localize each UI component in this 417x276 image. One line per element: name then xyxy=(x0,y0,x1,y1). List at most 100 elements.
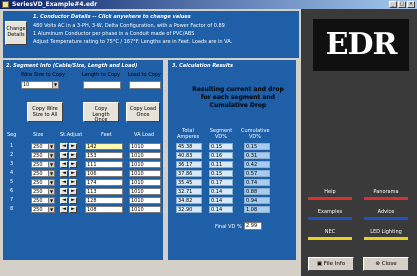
row-seg-number: 7 xyxy=(10,197,14,203)
row-cumulative-vd: 0.88 xyxy=(244,188,270,195)
row-amps: 40.83 xyxy=(176,152,202,159)
row-size-select[interactable]: 250 ▼ xyxy=(31,197,55,204)
size-decrease-button[interactable]: ◄ xyxy=(60,152,68,159)
size-increase-button[interactable]: ► xyxy=(69,197,77,204)
size-decrease-button[interactable]: ◄ xyxy=(60,197,68,204)
size-decrease-button[interactable]: ◄ xyxy=(60,179,68,186)
copy-load-button[interactable]: Copy Load Once xyxy=(126,102,160,122)
row-load-input[interactable]: 1010 xyxy=(129,206,161,213)
row-size-select[interactable]: 250 ▼ xyxy=(31,143,55,150)
title-bar: SeriesVD_Example#4.edr _ □ × xyxy=(0,0,417,9)
size-increase-button[interactable]: ► xyxy=(69,179,77,186)
legend-label[interactable]: Help xyxy=(305,189,355,195)
row-cumulative-vd: 1.08 xyxy=(244,206,270,213)
chevron-down-icon: ▼ xyxy=(48,171,54,176)
row-feet-input[interactable]: 111 xyxy=(85,161,123,168)
copy-length-button[interactable]: Copy Length Once xyxy=(83,102,119,123)
close-button[interactable]: ⊗ Close xyxy=(363,257,409,271)
results-header: 3. Calculation Results xyxy=(172,63,233,69)
size-decrease-button[interactable]: ◄ xyxy=(60,161,68,168)
col-amps-header: Total Amperes xyxy=(177,128,200,140)
chevron-down-icon: ▼ xyxy=(48,144,54,149)
size-decrease-button[interactable]: ◄ xyxy=(60,143,68,150)
row-load-input[interactable]: 1010 xyxy=(129,170,161,177)
wire-size-label: Wire Size to Copy xyxy=(21,72,65,78)
chevron-down-icon: ▼ xyxy=(52,82,58,88)
row-load-input[interactable]: 1010 xyxy=(129,161,161,168)
row-seg-number: 3 xyxy=(10,161,14,167)
row-load-input[interactable]: 1010 xyxy=(129,197,161,204)
legend-color-bar xyxy=(364,217,408,220)
legend-label[interactable]: NEC xyxy=(305,229,355,235)
maximize-button[interactable]: □ xyxy=(398,1,406,8)
row-feet-input[interactable]: 113 xyxy=(85,188,123,195)
legend-label[interactable]: Advice xyxy=(361,209,411,215)
chevron-down-icon: ▼ xyxy=(48,198,54,203)
row-size-select[interactable]: 250 ▼ xyxy=(31,179,55,186)
row-load-input[interactable]: 1010 xyxy=(129,143,161,150)
row-size-select[interactable]: 250 ▼ xyxy=(31,188,55,195)
row-seg-number: 4 xyxy=(10,170,14,176)
row-feet-input[interactable]: 108 xyxy=(85,206,123,213)
conductor-line-1: 480 Volts AC in a 3-PH, 3-W, Delta Confi… xyxy=(33,23,225,29)
legend-label[interactable]: Examples xyxy=(305,209,355,215)
close-icon: ⊗ xyxy=(375,261,380,267)
size-decrease-button[interactable]: ◄ xyxy=(60,188,68,195)
change-details-button[interactable]: Change Details xyxy=(5,21,27,45)
row-amps: 34.82 xyxy=(176,197,202,204)
conductor-panel[interactable]: Change Details 1. Conductor Details -- C… xyxy=(3,11,299,58)
row-segment-vd: 0.15 xyxy=(209,170,233,177)
row-size-select[interactable]: 250 ▼ xyxy=(31,161,55,168)
size-increase-button[interactable]: ► xyxy=(69,206,77,213)
segment-panel xyxy=(3,60,163,260)
length-to-copy-label: Length to Copy xyxy=(82,72,121,78)
row-seg-number: 8 xyxy=(10,206,14,212)
row-amps: 35.45 xyxy=(176,179,202,186)
wire-size-select[interactable]: 10 ▼ xyxy=(21,81,59,89)
copy-wire-size-button[interactable]: Copy Wire Size to All xyxy=(27,102,63,122)
row-seg-number: 5 xyxy=(10,179,14,185)
col-stadjust-header: St.Adjust xyxy=(60,132,83,138)
size-increase-button[interactable]: ► xyxy=(69,170,77,177)
minimize-button[interactable]: _ xyxy=(389,1,397,8)
row-cumulative-vd: 0.42 xyxy=(244,161,270,168)
window-title: SeriesVD_Example#4.edr xyxy=(12,1,98,8)
final-vd-label: Final VD % xyxy=(215,224,242,230)
legend-label[interactable]: LED Lighting xyxy=(361,229,411,235)
chevron-down-icon: ▼ xyxy=(48,189,54,194)
row-load-input[interactable]: 1010 xyxy=(129,188,161,195)
row-segment-vd: 0.17 xyxy=(209,179,233,186)
row-size-select[interactable]: 250 ▼ xyxy=(31,170,55,177)
row-segment-vd: 0.14 xyxy=(209,197,233,204)
row-feet-input[interactable]: 106 xyxy=(85,170,123,177)
close-window-button[interactable]: × xyxy=(407,1,415,8)
row-size-select[interactable]: 250 ▼ xyxy=(31,206,55,213)
row-size-select[interactable]: 250 ▼ xyxy=(31,152,55,159)
row-cumulative-vd: 0.15 xyxy=(244,143,270,150)
legend-color-bar xyxy=(308,217,352,220)
legend-color-bar xyxy=(308,237,352,240)
length-to-copy-input[interactable] xyxy=(83,81,121,89)
app-icon xyxy=(2,1,9,8)
load-to-copy-input[interactable] xyxy=(129,81,161,89)
row-load-input[interactable]: 1010 xyxy=(129,152,161,159)
chevron-down-icon: ▼ xyxy=(48,207,54,212)
row-feet-input[interactable]: 153 xyxy=(85,152,123,159)
row-amps: 32.71 xyxy=(176,188,202,195)
legend-color-bar xyxy=(364,237,408,240)
size-decrease-button[interactable]: ◄ xyxy=(60,206,68,213)
size-increase-button[interactable]: ► xyxy=(69,188,77,195)
row-load-input[interactable]: 1010 xyxy=(129,179,161,186)
legend-label[interactable]: Panorama xyxy=(361,189,411,195)
row-feet-input[interactable]: 174 xyxy=(85,179,123,186)
final-vd-value: 2.99 xyxy=(244,222,262,230)
row-feet-input[interactable]: 128 xyxy=(85,197,123,204)
row-feet-input[interactable]: 142 xyxy=(85,143,123,150)
row-cumulative-vd: 0.94 xyxy=(244,197,270,204)
size-decrease-button[interactable]: ◄ xyxy=(60,170,68,177)
file-info-button[interactable]: ▣ File Info xyxy=(308,257,354,271)
conductor-line-2: 1 Aluminum Conductor per phase in a Cond… xyxy=(33,31,195,37)
size-increase-button[interactable]: ► xyxy=(69,161,77,168)
size-increase-button[interactable]: ► xyxy=(69,152,77,159)
size-increase-button[interactable]: ► xyxy=(69,143,77,150)
